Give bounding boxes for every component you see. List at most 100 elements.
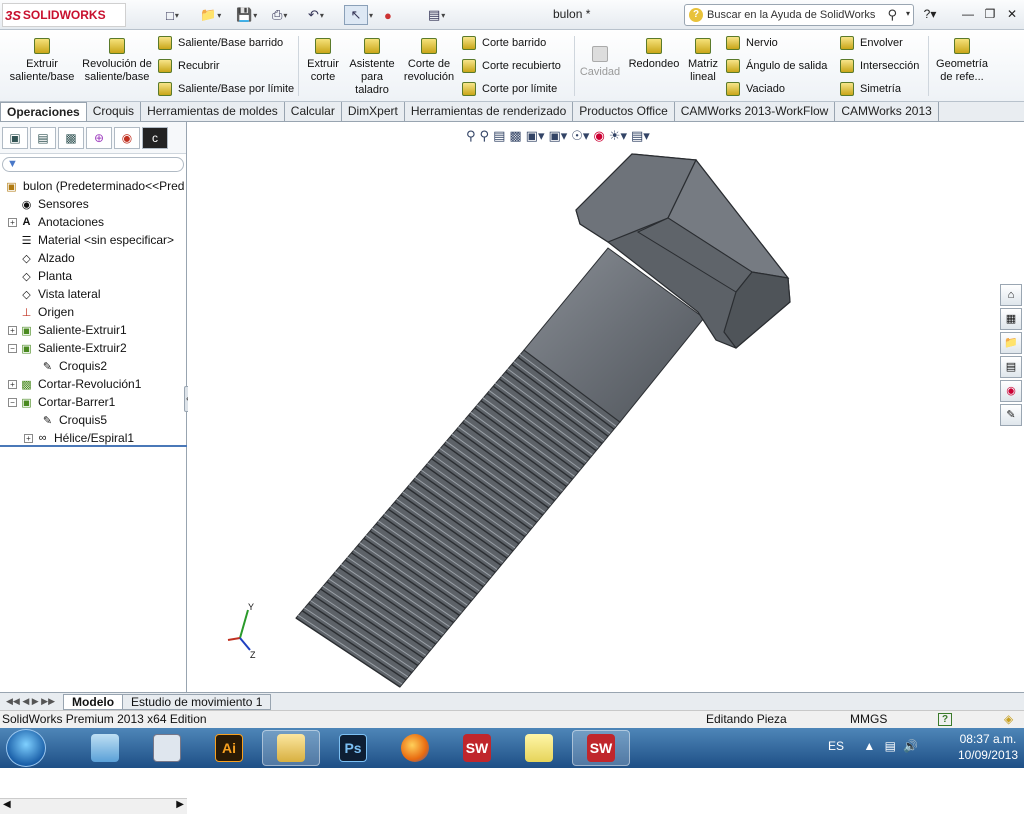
hole-wizard-button[interactable]: Asistente para taladro (346, 38, 398, 97)
property-manager-tab-icon[interactable]: ▤ (30, 126, 56, 149)
swept-boss-button[interactable]: Saliente/Base barrido (158, 34, 283, 52)
taskbar-app-mathematica[interactable] (76, 730, 134, 766)
tree-item[interactable]: ◇ Vista lateral (8, 285, 100, 303)
taskbar-app-explorer[interactable] (262, 730, 320, 766)
chevron-down-icon[interactable]: ▾ (906, 9, 910, 18)
draft-button[interactable]: Ángulo de salida (726, 57, 827, 75)
tree-item[interactable]: ☰ Material <sin especificar> (8, 231, 175, 249)
tab-productos-office[interactable]: Productos Office (573, 102, 675, 121)
view-palette-icon[interactable]: ▤ (1000, 356, 1022, 378)
taskbar-app-solidworks[interactable]: SW (448, 730, 506, 766)
extrude-cut-button[interactable]: Extruir corte (302, 38, 344, 84)
graphics-area[interactable]: ⚲ ⚲ ▤ ▩ ▣▾ ▣▾ ☉▾ ◉ ☀▾ ▤▾ Y Z ⌂ ▦ 📁 ▤ ◉ ✎ (188, 122, 1024, 692)
collapse-icon[interactable]: − (8, 343, 17, 353)
tree-item[interactable]: + A Anotaciones (8, 213, 104, 231)
taskbar-app-sticky-notes[interactable] (510, 730, 568, 766)
boundary-cut-button[interactable]: Corte por límite (462, 80, 557, 98)
rebuild-traffic-light-icon[interactable]: ● (384, 5, 392, 25)
tab-dimxpert[interactable]: DimXpert (341, 102, 405, 121)
tag-icon[interactable]: ◈ (1004, 711, 1013, 728)
revolve-boss-button[interactable]: Revolución de saliente/base (82, 38, 152, 84)
display-manager-tab-icon[interactable]: ◉ (114, 126, 140, 149)
options-icon[interactable]: ▤ ▾ (428, 5, 445, 25)
tab-camworks[interactable]: CAMWorks 2013 (835, 102, 939, 121)
tree-item[interactable]: ◉ Sensores (8, 195, 89, 213)
tab-camworks-workflow[interactable]: CAMWorks 2013-WorkFlow (674, 102, 836, 121)
taskbar-app-illustrator[interactable]: Ai (200, 730, 258, 766)
tab-modelo[interactable]: Modelo (63, 693, 124, 710)
close-icon[interactable]: ✕ (1002, 5, 1022, 23)
search-icon[interactable]: ⚲ (887, 7, 897, 23)
home-icon[interactable]: ⌂ (1000, 284, 1022, 306)
show-hidden-icons-icon[interactable]: ▲ (863, 739, 875, 753)
rollback-bar[interactable] (0, 445, 187, 447)
extrude-boss-button[interactable]: Extruir saliente/base (6, 38, 78, 84)
tree-item[interactable]: + ▩ Cortar-Revolución1 (8, 375, 141, 393)
appearances-icon[interactable]: ◉ (1000, 380, 1022, 402)
expand-icon[interactable]: + (8, 325, 17, 335)
open-folder-icon[interactable]: 📁 ▾ (200, 5, 221, 25)
wrap-button[interactable]: Envolver (840, 34, 903, 52)
volume-icon[interactable]: 🔊 (903, 739, 918, 753)
design-library-icon[interactable]: ▦ (1000, 308, 1022, 330)
expand-icon[interactable]: + (24, 433, 33, 443)
tree-root-part[interactable]: ▣ bulon (Predeterminado<<Pred (4, 177, 184, 195)
save-icon[interactable]: 💾 ▾ (236, 5, 257, 25)
tab-croquis[interactable]: Croquis (86, 102, 142, 121)
print-icon[interactable]: ⎙ ▾ (272, 5, 287, 25)
units-text[interactable]: MMGS (850, 711, 887, 728)
tree-item[interactable]: + ▣ Saliente-Extruir1 (8, 321, 127, 339)
tree-item[interactable]: ◇ Planta (8, 267, 72, 285)
taskbar-app-calculator[interactable] (138, 730, 196, 766)
configuration-tab-icon[interactable]: ▩ (58, 126, 84, 149)
help-search-input[interactable]: ? Buscar en la Ayuda de SolidWorks ⚲ ▾ (684, 4, 914, 26)
network-icon[interactable]: ▤ (885, 739, 896, 753)
tree-item[interactable]: − ▣ Cortar-Barrer1 (8, 393, 115, 411)
reference-geometry-button[interactable]: Geometría de refe... (932, 38, 992, 84)
tab-calcular[interactable]: Calcular (284, 102, 342, 121)
intersect-button[interactable]: Intersección (840, 57, 919, 75)
tree-item[interactable]: − ▣ Saliente-Extruir2 (8, 339, 127, 357)
collapse-icon[interactable]: − (8, 397, 17, 407)
help-status-icon[interactable]: ? (938, 713, 952, 726)
restore-icon[interactable]: ❐ (980, 5, 1000, 23)
windows-start-button[interactable] (6, 729, 46, 767)
dimxpert-tab-icon[interactable]: ⊕ (86, 126, 112, 149)
linear-pattern-button[interactable]: Matriz lineal (684, 38, 722, 84)
taskbar-app-photoshop[interactable]: Ps (324, 730, 382, 766)
rib-button[interactable]: Nervio (726, 34, 778, 52)
clock[interactable]: 08:37 a.m. 10/09/2013 (958, 731, 1018, 763)
loft-button[interactable]: Recubrir (158, 57, 220, 75)
select-pointer-icon[interactable]: ↖ (344, 5, 368, 25)
tree-item[interactable]: ✎ Croquis2 (40, 357, 107, 375)
taskbar-app-firefox[interactable] (386, 730, 444, 766)
expand-icon[interactable]: + (8, 217, 17, 227)
horizontal-scrollbar[interactable]: ◀ ▶ (0, 798, 187, 814)
tree-item[interactable]: ✎ Croquis5 (40, 411, 107, 429)
taskbar-app-solidworks-active[interactable]: SW (572, 730, 630, 766)
shell-button[interactable]: Vaciado (726, 80, 785, 98)
tab-herramientas-moldes[interactable]: Herramientas de moldes (141, 102, 285, 121)
cavity-button[interactable]: Cavidad (578, 46, 622, 79)
swept-cut-button[interactable]: Corte barrido (462, 34, 546, 52)
solidworks-logo[interactable]: 3S SOLIDWORKS (2, 3, 126, 27)
help-menu-icon[interactable]: ?▾ (920, 5, 940, 23)
boundary-boss-button[interactable]: Saliente/Base por límite (158, 80, 294, 98)
camworks-tab-icon[interactable]: c (142, 126, 168, 149)
expand-icon[interactable]: + (8, 379, 17, 389)
language-indicator[interactable]: ES (828, 739, 844, 753)
minimize-icon[interactable]: — (958, 5, 978, 23)
revolve-cut-button[interactable]: Corte de revolución (400, 38, 458, 84)
scroll-right-icon[interactable]: ▶ (176, 799, 184, 810)
select-dropdown-icon[interactable]: ▾ (368, 5, 373, 25)
tab-operaciones[interactable]: Operaciones (0, 102, 87, 121)
tab-herramientas-renderizado[interactable]: Herramientas de renderizado (404, 102, 574, 121)
bolt-model[interactable]: Y Z (188, 122, 1024, 692)
tab-scroll-icon[interactable]: ◀◀ ◀ ▶ ▶▶ (6, 696, 55, 707)
fillet-button[interactable]: Redondeo (626, 38, 682, 71)
tree-filter-input[interactable]: ▼ (2, 157, 184, 172)
tree-item[interactable]: ◇ Alzado (8, 249, 74, 267)
new-document-icon[interactable]: □ ▾ (166, 5, 179, 25)
undo-icon[interactable]: ↶ ▾ (308, 5, 324, 25)
scroll-left-icon[interactable]: ◀ (3, 799, 11, 810)
